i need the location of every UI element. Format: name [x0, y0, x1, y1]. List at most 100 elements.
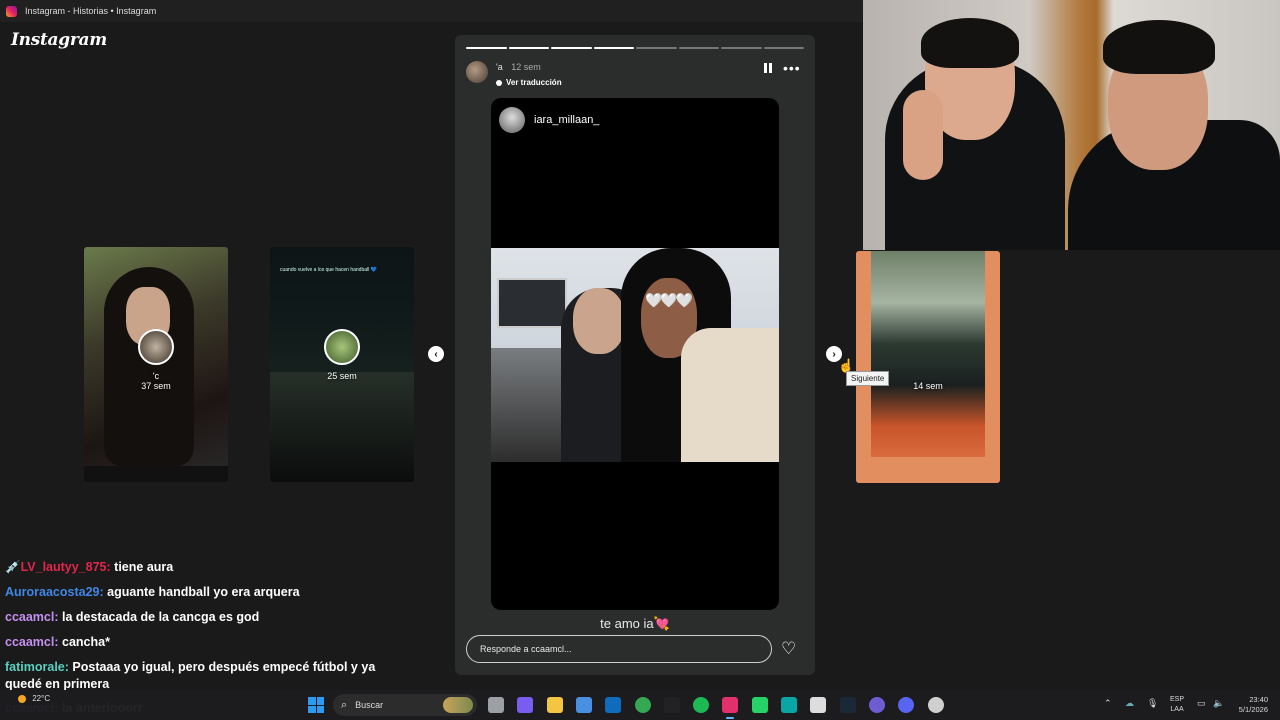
preview-image-team — [871, 251, 985, 457]
instagram-favicon-icon — [6, 5, 17, 17]
previous-story-button[interactable]: ‹ — [428, 346, 444, 362]
windows-logo-icon — [308, 705, 316, 713]
outlook-icon[interactable] — [605, 697, 621, 713]
edge-dev-icon[interactable] — [781, 697, 797, 713]
progress-segment — [593, 47, 634, 49]
dot-icon — [496, 79, 502, 86]
windows-taskbar: 22°C ⌕ Buscar ⌃ ☁ 🎙 ESP LAA ▭ 🔈 23:40 5/… — [0, 690, 1280, 720]
story-preview-3[interactable]: 14 sem — [856, 251, 1000, 483]
browser-title-bar[interactable]: Instagram - Historias • Instagram — [0, 0, 863, 22]
obs-icon[interactable] — [869, 697, 885, 713]
chat-text: aguante handball yo era arquera — [107, 585, 300, 599]
chatgpt-icon[interactable] — [928, 697, 944, 713]
reposted-story-card[interactable]: iara_millaan_ 🤍🤍🤍 — [491, 98, 779, 610]
search-label: Buscar — [355, 700, 384, 710]
steam-icon[interactable] — [840, 697, 856, 713]
next-tooltip: Siguiente — [846, 371, 890, 386]
preview-image-crowd — [270, 372, 414, 482]
tiktok-icon[interactable] — [664, 697, 680, 713]
language-code: ESP — [1170, 696, 1185, 703]
progress-segment — [466, 47, 507, 49]
preview-age: 37 sem — [141, 381, 171, 391]
photo-monitor — [497, 278, 567, 328]
chat-message: 💉LV_lautyy_875: tiene aura — [5, 555, 415, 580]
reply-input[interactable]: Responde a ccaamcl... — [466, 635, 772, 663]
translate-link[interactable]: Ver traducción — [496, 78, 562, 87]
windows-logo-icon — [316, 705, 324, 713]
start-button[interactable] — [308, 697, 324, 713]
pause-icon — [764, 63, 767, 73]
screen: Instagram - Historias • Instagram Instag… — [0, 0, 1280, 720]
photo-face-left — [573, 288, 625, 354]
like-heart-icon[interactable]: ♡ — [781, 640, 796, 658]
story-caption: te amo ia💘 — [600, 616, 670, 631]
story-age: 12 sem — [511, 62, 541, 72]
copilot-icon[interactable] — [517, 697, 533, 713]
input-language[interactable]: ESP LAA — [1170, 695, 1184, 715]
story-header: 'a 12 sem Ver traducción — [466, 57, 562, 87]
chat-badge-icon: 💉 — [5, 560, 21, 574]
chat-text: cancha* — [62, 635, 110, 649]
windows-logo-icon — [316, 697, 324, 705]
weather-widget[interactable]: 22°C — [18, 694, 50, 703]
task-view-icon[interactable] — [488, 697, 504, 713]
reposted-username[interactable]: iara_millaan_ — [534, 114, 599, 126]
capcut-icon[interactable] — [810, 697, 826, 713]
preview-footer — [84, 466, 228, 482]
store-icon[interactable] — [576, 697, 592, 713]
story-viewer[interactable]: 'a 12 sem Ver traducción ••• iara_millaa… — [455, 35, 815, 675]
chevron-up-icon[interactable]: ⌃ — [1104, 698, 1112, 709]
reposted-header: iara_millaan_ — [499, 107, 599, 133]
clock-time: 23:40 — [1249, 695, 1268, 704]
webcam-person-right-hair — [1103, 20, 1215, 74]
photo-sweater — [681, 328, 779, 462]
spotify-icon[interactable] — [693, 697, 709, 713]
system-clock[interactable]: 23:40 5/1/2026 — [1230, 695, 1268, 715]
chat-username: Auroraacosta29: — [5, 585, 104, 599]
story-preview-2[interactable]: cuando vuelve a los que hacen handball 💙… — [270, 247, 414, 482]
cloud-icon[interactable]: ☁ — [1125, 698, 1134, 709]
microphone-icon[interactable]: 🎙 — [1147, 698, 1158, 709]
chevron-right-icon: › — [832, 348, 836, 360]
sun-icon — [18, 694, 26, 703]
webcam-person-left-hand — [903, 90, 943, 180]
progress-segment — [721, 47, 762, 49]
search-icon: ⌕ — [341, 698, 348, 711]
story-preview-1[interactable]: 'c 37 sem — [84, 247, 228, 482]
reposted-avatar[interactable] — [499, 107, 525, 133]
chat-text: tiene aura — [114, 560, 174, 574]
chat-username: fatimorale: — [5, 660, 69, 674]
translate-label: Ver traducción — [506, 78, 562, 87]
preview-meta: 'c 37 sem — [84, 329, 228, 391]
preview-meta: 25 sem — [270, 329, 414, 381]
chat-message: ccaamcl: cancha* — [5, 630, 415, 655]
progress-segment — [551, 47, 592, 49]
instagram-logo[interactable]: Instagram — [11, 30, 107, 50]
more-options-button[interactable]: ••• — [783, 60, 801, 76]
window-title: Instagram - Historias • Instagram — [25, 6, 157, 16]
preview-username: 'c — [152, 371, 160, 381]
speaker-icon[interactable]: 🔈 — [1213, 698, 1224, 709]
taskbar-search[interactable]: ⌕ Buscar — [333, 694, 477, 716]
preview-top-text: cuando vuelve a los que hacen handball 💙 — [280, 267, 377, 273]
avatar — [138, 329, 174, 365]
chat-text: la destacada de la cancga es god — [62, 610, 260, 624]
chrome-icon[interactable] — [635, 697, 651, 713]
search-highlight-image — [443, 697, 473, 713]
avatar — [324, 329, 360, 365]
preview-age: 25 sem — [327, 371, 357, 381]
chat-username: ccaamcl: — [5, 610, 59, 624]
story-owner-name[interactable]: 'a — [496, 62, 503, 72]
chevron-left-icon: ‹ — [434, 348, 438, 360]
progress-segment — [763, 47, 804, 49]
layout-code: LAA — [1170, 706, 1184, 713]
monitor-icon[interactable]: ▭ — [1197, 698, 1206, 709]
story-owner-avatar[interactable] — [466, 61, 488, 83]
discord-icon[interactable] — [898, 697, 914, 713]
instagram-icon[interactable] — [722, 697, 738, 719]
progress-segment — [508, 47, 549, 49]
whatsapp-icon[interactable] — [752, 697, 768, 713]
chat-username: LV_lautyy_875: — [20, 560, 111, 574]
pause-button[interactable] — [762, 62, 774, 74]
file-explorer-icon[interactable] — [547, 697, 563, 713]
